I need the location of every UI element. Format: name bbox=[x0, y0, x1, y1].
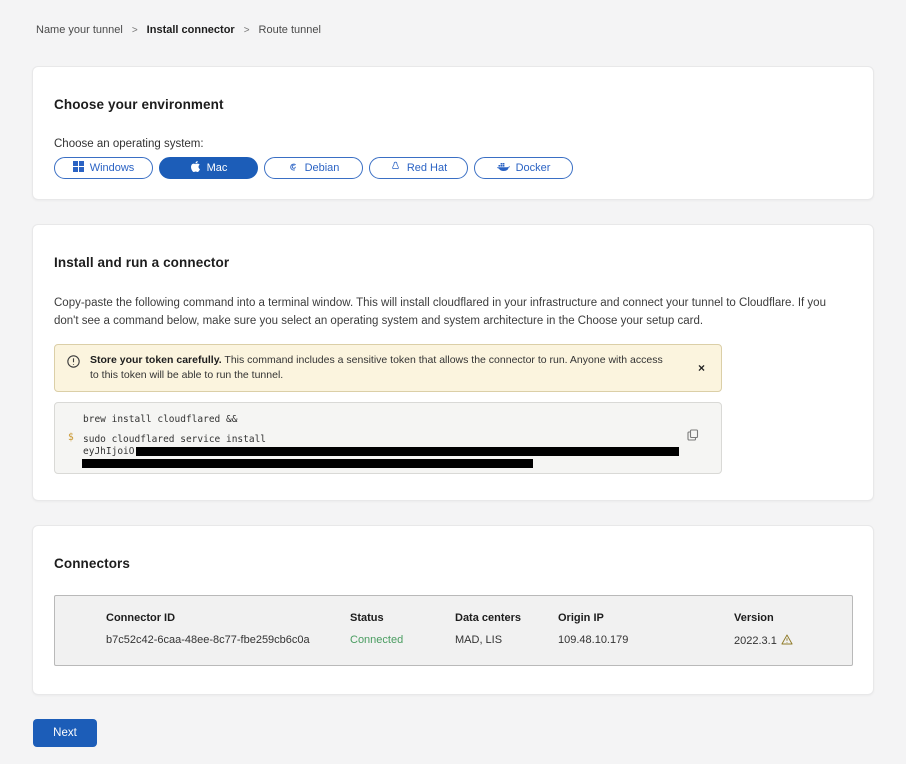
data-centers-value: MAD, LIS bbox=[455, 634, 558, 648]
os-button-windows[interactable]: Windows bbox=[54, 157, 153, 179]
os-button-row: Windows Mac Debian Red Hat bbox=[54, 157, 852, 183]
environment-card: Choose your environment Choose an operat… bbox=[32, 66, 874, 200]
os-button-mac[interactable]: Mac bbox=[159, 157, 258, 179]
os-button-redhat[interactable]: Red Hat bbox=[369, 157, 468, 179]
install-command-codeblock[interactable]: $ brew install cloudflared && sudo cloud… bbox=[54, 402, 722, 474]
code-line-sudo: sudo cloudflared service install bbox=[83, 434, 721, 446]
column-header-data-centers: Data centers bbox=[455, 612, 558, 624]
code-line-token: eyJhIjoiO bbox=[83, 446, 721, 458]
shell-prompt: $ bbox=[68, 432, 74, 443]
install-card-title: Install and run a connector bbox=[54, 255, 852, 270]
breadcrumb-step-install-connector[interactable]: Install connector bbox=[147, 24, 235, 36]
token-warning-banner: Store your token carefully. This command… bbox=[54, 344, 722, 392]
breadcrumb: Name your tunnel > Install connector > R… bbox=[36, 24, 906, 36]
os-button-label: Red Hat bbox=[407, 162, 447, 174]
os-select-label: Choose an operating system: bbox=[54, 138, 852, 150]
install-description: Copy-paste the following command into a … bbox=[54, 294, 849, 330]
token-warning-bold: Store your token carefully. bbox=[90, 354, 222, 366]
token-redaction-bar bbox=[82, 459, 533, 468]
os-button-label: Debian bbox=[305, 162, 340, 174]
breadcrumb-separator: > bbox=[244, 25, 250, 36]
debian-icon bbox=[288, 161, 299, 175]
connectors-card: Connectors Connector ID Status Data cent… bbox=[32, 525, 874, 695]
docker-icon bbox=[497, 162, 510, 175]
breadcrumb-separator: > bbox=[132, 25, 138, 36]
breadcrumb-step-route-tunnel[interactable]: Route tunnel bbox=[259, 24, 321, 36]
connectors-card-title: Connectors bbox=[54, 556, 852, 571]
column-header-connector-id: Connector ID bbox=[106, 612, 350, 624]
column-header-origin-ip: Origin IP bbox=[558, 612, 734, 624]
redhat-icon bbox=[390, 161, 401, 175]
code-line-brew: brew install cloudflared && bbox=[83, 414, 721, 426]
status-badge: Connected bbox=[350, 634, 455, 648]
copy-icon[interactable] bbox=[687, 429, 699, 445]
token-redaction-bar bbox=[136, 447, 679, 456]
os-button-debian[interactable]: Debian bbox=[264, 157, 363, 179]
breadcrumb-step-name-tunnel[interactable]: Name your tunnel bbox=[36, 24, 123, 36]
windows-icon bbox=[73, 161, 84, 175]
os-button-label: Mac bbox=[207, 162, 228, 174]
warning-triangle-icon bbox=[781, 634, 793, 648]
install-card: Install and run a connector Copy-paste t… bbox=[32, 224, 874, 501]
next-button[interactable]: Next bbox=[33, 719, 97, 747]
os-button-label: Windows bbox=[90, 162, 135, 174]
connectors-table: Connector ID Status Data centers Origin … bbox=[54, 595, 853, 666]
os-button-docker[interactable]: Docker bbox=[474, 157, 573, 179]
column-header-version: Version bbox=[734, 612, 832, 624]
apple-icon bbox=[190, 161, 201, 175]
column-header-status: Status bbox=[350, 612, 455, 624]
os-button-label: Docker bbox=[516, 162, 551, 174]
alert-circle-icon bbox=[67, 355, 80, 373]
close-icon[interactable]: × bbox=[694, 361, 709, 375]
token-warning-text: Store your token carefully. This command… bbox=[90, 353, 665, 383]
origin-ip-value: 109.48.10.179 bbox=[558, 634, 734, 648]
version-value: 2022.3.1 bbox=[734, 634, 832, 648]
connector-id-value: b7c52c42-6caa-48ee-8c77-fbe259cb6c0a bbox=[106, 634, 350, 648]
environment-card-title: Choose your environment bbox=[54, 97, 852, 112]
